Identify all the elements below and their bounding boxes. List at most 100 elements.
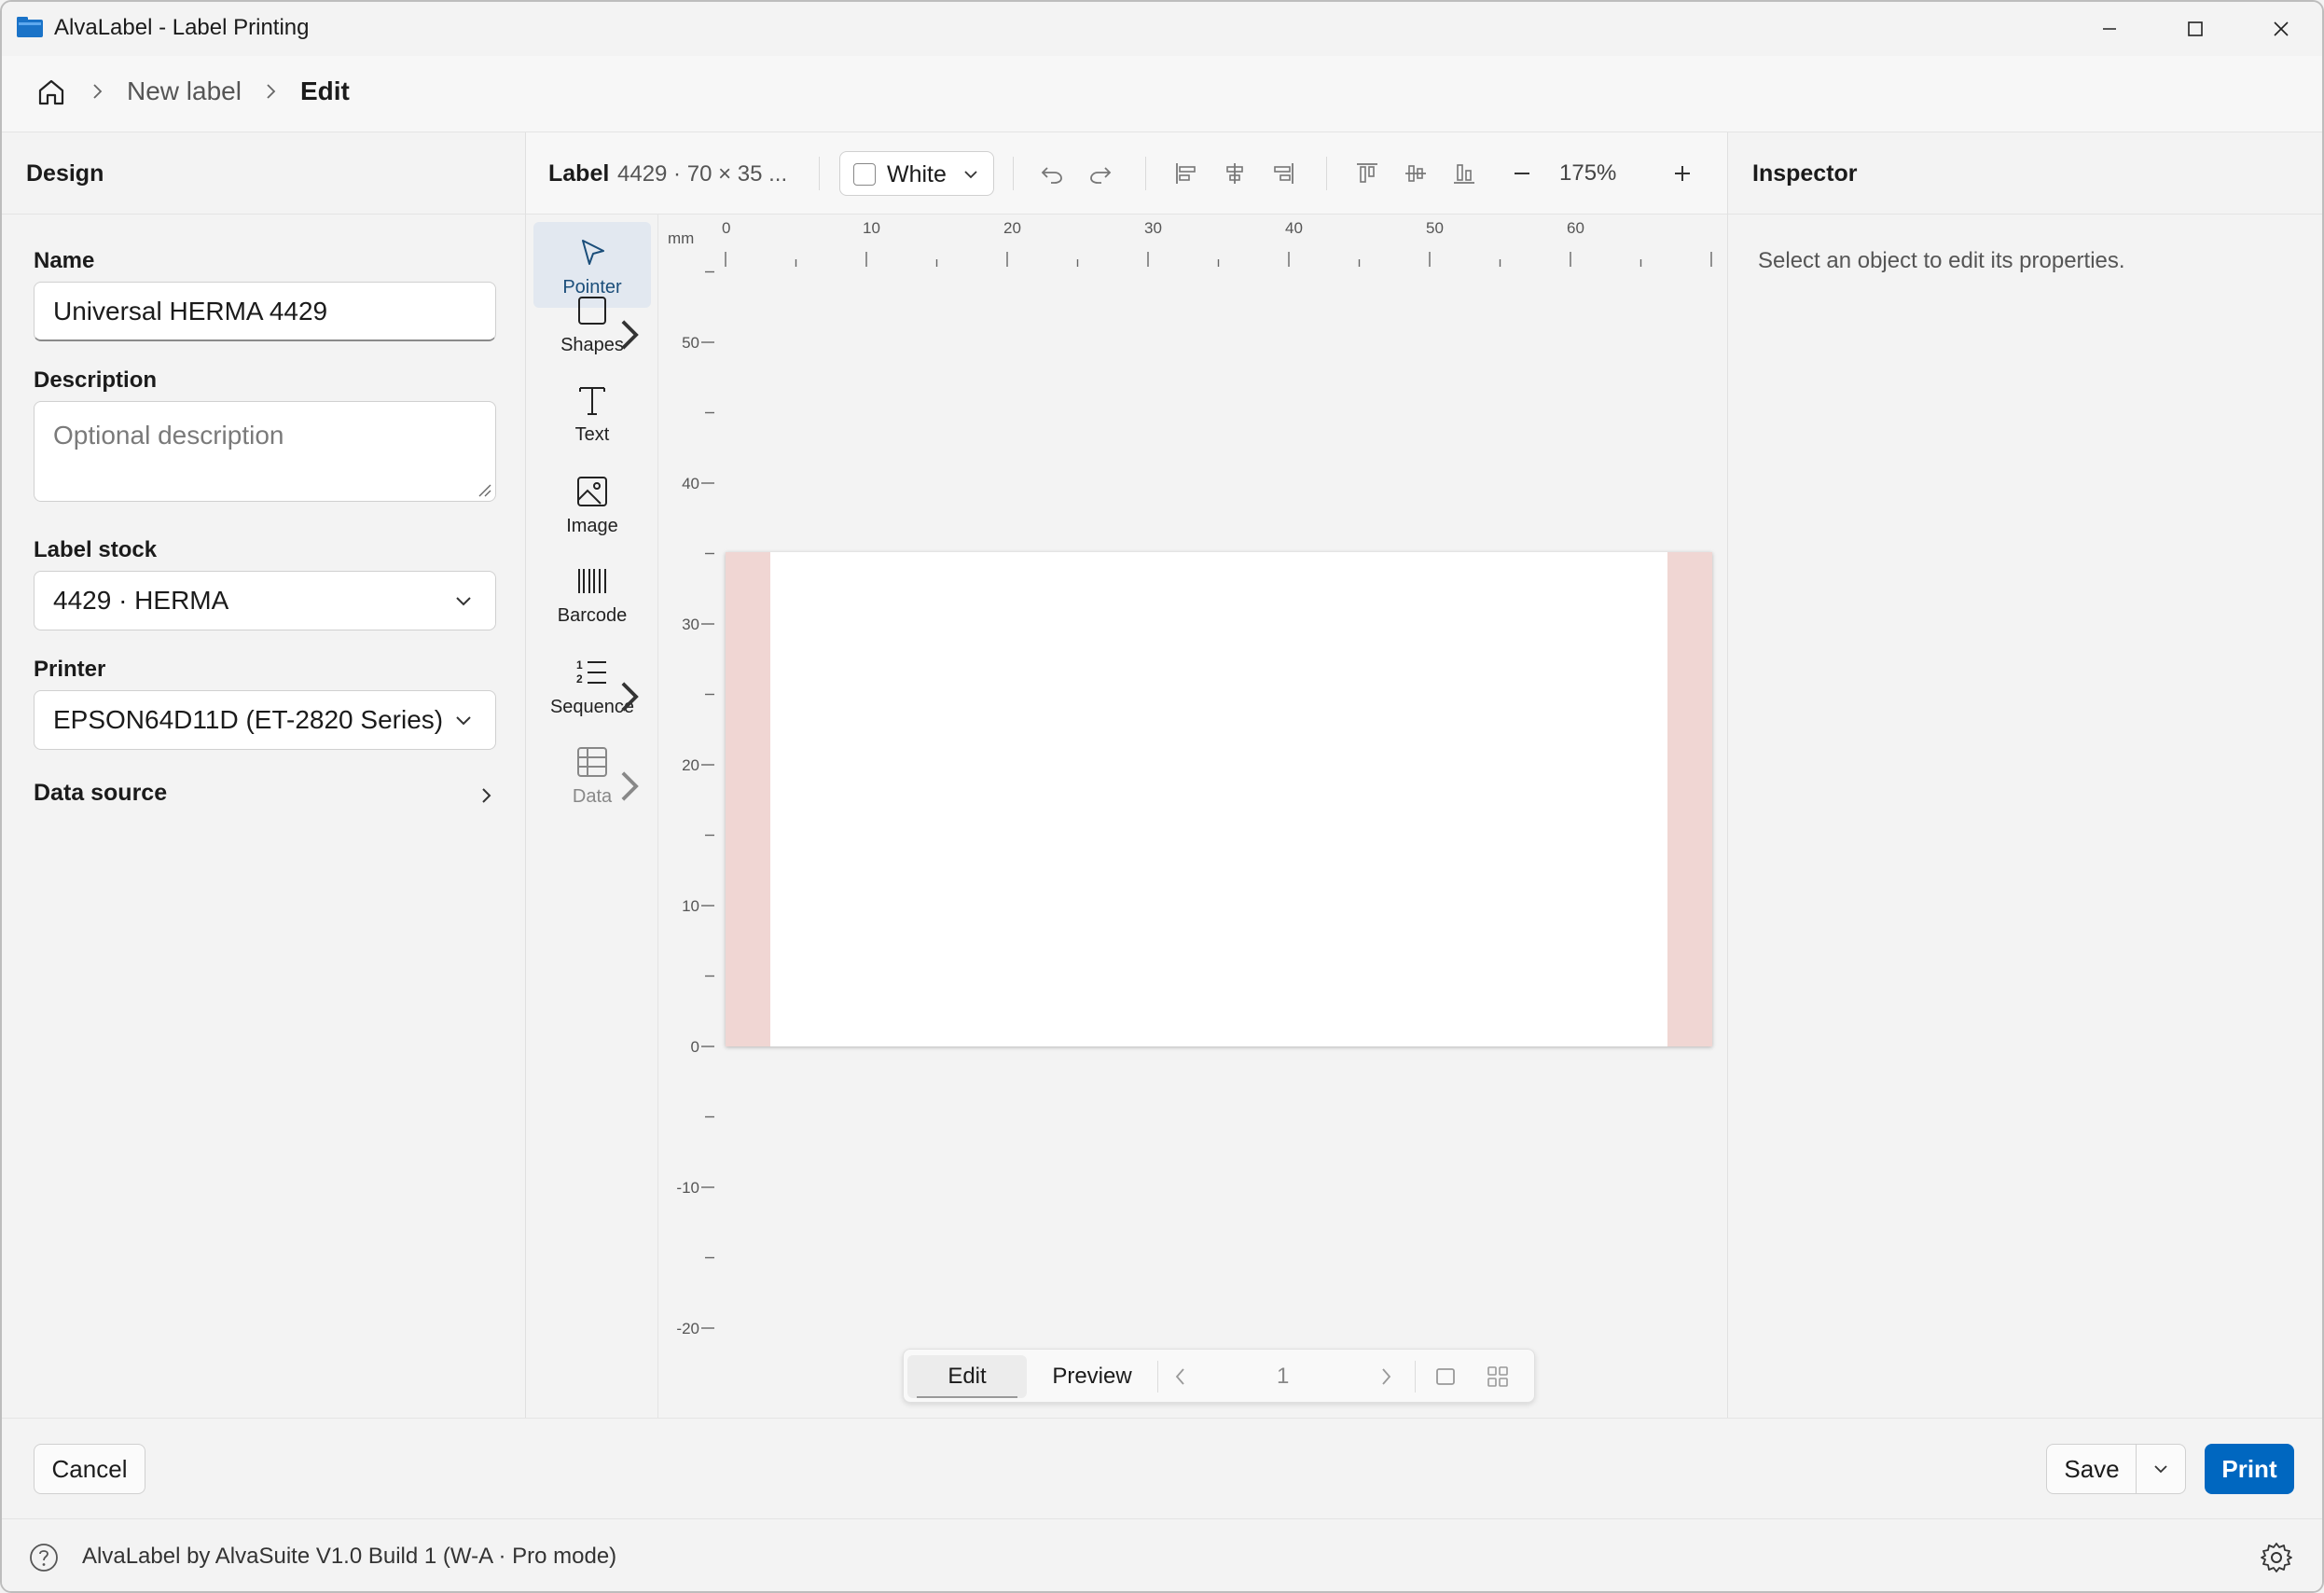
inspector-hint: Select an object to edit its properties. [1758, 248, 2125, 273]
close-button[interactable] [2238, 2, 2322, 56]
vertical-ruler: 50 40 30 20 10 0 -10 -20 [676, 270, 714, 1337]
description-label: Description [34, 367, 158, 393]
description-field[interactable]: Optional description [34, 401, 496, 502]
inspector-panel: Inspector Select an object to edit its p… [1727, 132, 2322, 1418]
ruler-x-label: 40 [1285, 219, 1303, 237]
toolbar-divider [819, 157, 820, 190]
undo-icon [1041, 167, 1062, 184]
printer-value: EPSON64D11D (ET-2820 Series) [53, 705, 444, 734]
tool-label: Image [566, 516, 618, 536]
label-stock-label: Label stock [34, 537, 158, 562]
tool-sequence[interactable]: 12 Sequence [533, 642, 651, 727]
tool-image[interactable]: Image [533, 461, 651, 547]
single-page-icon[interactable] [1433, 1364, 1458, 1389]
chevron-left-icon[interactable] [1169, 1364, 1193, 1389]
redo-button[interactable] [1084, 157, 1117, 190]
breadcrumb-edit: Edit [300, 76, 350, 105]
toolbar-divider [1013, 157, 1014, 190]
color-swatch [853, 163, 876, 186]
version-info: AlvaLabel by AlvaSuite V1.0 Build 1 (W-A… [82, 1544, 617, 1569]
chevron-right-icon [93, 84, 103, 99]
chevron-down-icon [456, 597, 471, 606]
ruler-y-label: 10 [682, 897, 699, 915]
align-left-button[interactable] [1169, 157, 1203, 190]
align-right-button[interactable] [1266, 157, 1300, 190]
text-icon [579, 387, 605, 415]
ruler-y-label: -20 [676, 1320, 699, 1337]
tool-text[interactable]: Text [533, 369, 651, 455]
redo-icon [1090, 167, 1112, 184]
undo-button[interactable] [1035, 157, 1069, 190]
chevron-right-icon [621, 320, 639, 350]
zoom-level: 175% [1559, 160, 1617, 186]
help-icon[interactable] [28, 1542, 60, 1573]
align-center-button[interactable] [1218, 157, 1252, 190]
app-window: AlvaLabel - Label Printing New label Edi… [0, 0, 2324, 1593]
home-icon[interactable] [35, 76, 67, 108]
view-switcher-bar: Edit Preview 1 [903, 1349, 1535, 1403]
ruler-x-label: 50 [1426, 219, 1444, 237]
ruler-y-label: 40 [682, 475, 699, 492]
align-center-icon [1226, 163, 1243, 184]
tool-data[interactable]: Data [533, 731, 651, 817]
breadcrumb-new-label[interactable]: New label [127, 76, 242, 106]
printer-select[interactable]: EPSON64D11D (ET-2820 Series) [34, 690, 496, 750]
cancel-button[interactable]: Cancel [34, 1444, 145, 1494]
image-icon [577, 477, 607, 506]
numbered-list-icon: 12 [576, 658, 606, 686]
save-options-button[interactable] [2136, 1444, 2186, 1494]
ruler-unit: mm [668, 229, 695, 247]
preview-tab[interactable]: Preview [1031, 1355, 1154, 1398]
name-field[interactable]: Universal HERMA 4429 [34, 282, 496, 341]
tool-label: Barcode [557, 605, 628, 626]
minimize-icon [2103, 28, 2116, 30]
tool-shapes[interactable]: Shapes [533, 280, 651, 366]
title-bar: AlvaLabel - Label Printing [2, 2, 2322, 56]
printer-label: Printer [34, 657, 106, 682]
align-top-button[interactable] [1350, 157, 1384, 190]
align-bottom-button[interactable] [1447, 157, 1481, 190]
margin-right [1667, 552, 1712, 1046]
tool-barcode[interactable]: Barcode [533, 550, 651, 636]
maximize-button[interactable] [2152, 2, 2238, 56]
edit-tab[interactable]: Edit [907, 1355, 1027, 1398]
ruler-x-label: 0 [722, 219, 730, 237]
minimize-button[interactable] [2067, 2, 2152, 56]
chevron-right-icon[interactable] [1374, 1364, 1398, 1389]
background-color-dropdown[interactable]: White [839, 151, 994, 196]
close-icon [2274, 21, 2289, 36]
label-stock-select[interactable]: 4429 · HERMA [34, 571, 496, 630]
resize-grip-icon[interactable] [477, 482, 491, 497]
footer-bar: Cancel Save Print [2, 1418, 2322, 1518]
data-source-expander[interactable]: Data source [34, 780, 496, 817]
align-bottom-icon [1454, 164, 1474, 184]
name-label: Name [34, 248, 95, 273]
editor-area: Label 4429 · 70 × 35 ... White 175% Poin… [526, 132, 1727, 1418]
zoom-in-button[interactable] [1666, 157, 1699, 190]
design-heading: Design [2, 132, 525, 215]
chevron-right-icon [482, 788, 491, 803]
ruler-x-label: 10 [863, 219, 880, 237]
zoom-out-button[interactable] [1505, 157, 1539, 190]
page-number: 1 [1277, 1364, 1290, 1389]
label-design-surface[interactable] [726, 552, 1712, 1046]
ruler-y-label: 30 [682, 616, 699, 633]
align-middle-button[interactable] [1399, 157, 1432, 190]
svg-text:1: 1 [576, 658, 583, 672]
name-value: Universal HERMA 4429 [53, 296, 328, 326]
design-panel: Design Name Universal HERMA 4429 Descrip… [2, 132, 526, 1418]
editor-toolbar: Label 4429 · 70 × 35 ... White 175% [526, 132, 1727, 215]
ruler-y-label: 50 [682, 334, 699, 352]
divider [1415, 1361, 1416, 1392]
chevron-down-icon [456, 716, 471, 726]
chevron-down-icon [2154, 1465, 2167, 1474]
save-button[interactable]: Save [2046, 1444, 2137, 1494]
grid-view-icon[interactable] [1486, 1364, 1510, 1389]
app-logo-icon [17, 17, 43, 37]
square-icon [578, 297, 606, 325]
label-canvas[interactable]: 0 10 20 30 40 50 60 50 40 30 20 10 0 -10 -20 mm [658, 215, 1727, 1418]
ruler-x-label: 60 [1567, 219, 1584, 237]
print-button[interactable]: Print [2205, 1444, 2294, 1494]
chevron-right-icon [621, 682, 639, 712]
gear-icon[interactable] [2259, 1540, 2294, 1575]
